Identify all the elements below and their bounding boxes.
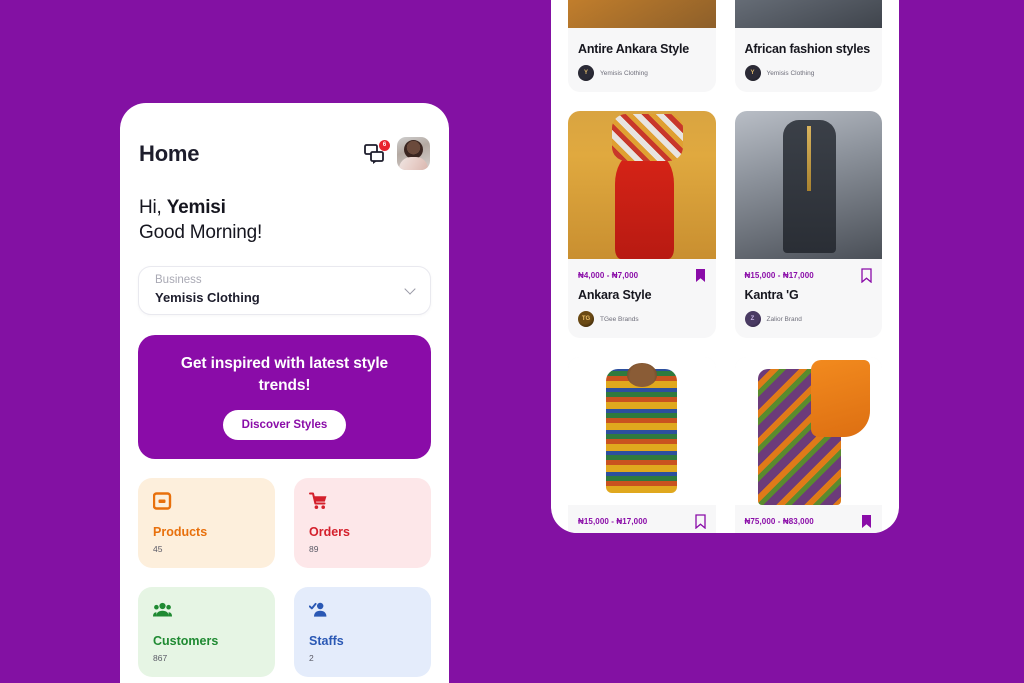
- brand-name: Zalior Brand: [766, 315, 802, 323]
- product-price: ₦15,000 - ₦17,000: [744, 271, 814, 280]
- bookmark-filled-icon[interactable]: [695, 268, 706, 283]
- stat-value: 867: [153, 652, 168, 663]
- product-image: [734, 357, 882, 505]
- business-select-value: Yemisis Clothing: [155, 289, 260, 305]
- person-check-icon: [309, 602, 327, 617]
- cart-icon: [309, 492, 327, 509]
- brand-name: TGee Brands: [600, 315, 639, 323]
- product-card[interactable]: African fashion styles Y Yemisis Clothin…: [734, 0, 883, 92]
- product-image: [734, 0, 882, 28]
- product-price: ₦4,000 - ₦7,000: [578, 271, 639, 280]
- chevron-down-icon: [404, 283, 416, 295]
- product-title: Antire Ankara Style: [578, 42, 690, 56]
- product-title: African fashion styles: [744, 42, 871, 56]
- product-body: ₦15,000 - ₦17,000 Kantra 'G Z Zalior Bra…: [735, 259, 883, 338]
- bookmark-filled-icon[interactable]: [861, 514, 872, 529]
- product-card[interactable]: Antire Ankara Style Y Yemisis Clothing: [568, 0, 716, 92]
- product-title: Kantra 'G: [744, 288, 799, 302]
- brand-avatar: Z: [744, 311, 761, 327]
- page-title: Home: [139, 140, 200, 166]
- product-price-row: ₦15,000 - ₦17,000: [578, 514, 706, 529]
- stat-label: Staffs: [309, 633, 344, 648]
- product-card[interactable]: ₦4,000 - ₦7,000 Ankara Style TG TGee Bra…: [568, 111, 716, 338]
- bookmark-outline-icon[interactable]: [694, 514, 706, 529]
- people-icon: [153, 602, 172, 617]
- stat-card-staffs[interactable]: Staffs 2: [294, 586, 431, 677]
- stat-card-orders[interactable]: Orders 89: [294, 477, 431, 568]
- brand-name: Yemisis Clothing: [600, 69, 648, 77]
- product-card[interactable]: ₦15,000 - ₦17,000 African Stlye ✓ ehla' …: [568, 357, 716, 533]
- right-phone-screen: Antire Ankara Style Y Yemisis Clothing A…: [551, 0, 899, 533]
- home-header: Home 6: [138, 137, 431, 170]
- product-card[interactable]: ₦15,000 - ₦17,000 Kantra 'G Z Zalior Bra…: [734, 111, 883, 338]
- greeting-block: Hi, Yemisi Good Morning!: [138, 195, 431, 246]
- greeting-name-line: Hi, Yemisi: [139, 195, 431, 220]
- greeting-prefix: Hi,: [139, 197, 167, 218]
- product-title: Ankara Style: [578, 288, 652, 302]
- promo-banner: Get inspired with latest style trends! D…: [138, 334, 431, 459]
- header-actions: 6: [364, 137, 430, 170]
- product-image: [734, 111, 882, 259]
- brand-avatar: Y: [578, 65, 594, 81]
- product-grid-top: Antire Ankara Style Y Yemisis Clothing A…: [568, 0, 882, 92]
- stat-label: Customers: [153, 633, 219, 648]
- product-body: ₦4,000 - ₦7,000 Ankara Style TG TGee Bra…: [568, 259, 716, 338]
- product-body: African fashion styles Y Yemisis Clothin…: [735, 28, 883, 92]
- greeting-subtitle: Good Morning!: [139, 222, 263, 244]
- brand-avatar: Y: [744, 65, 761, 81]
- box-icon: [153, 491, 172, 510]
- chat-bubbles-icon[interactable]: 6: [364, 139, 390, 164]
- brand-avatar: TG: [578, 311, 594, 327]
- business-select[interactable]: Business Yemisis Clothing: [138, 265, 431, 315]
- product-price-row: ₦15,000 - ₦17,000: [745, 268, 873, 283]
- product-body: ₦15,000 - ₦17,000 African Stlye ✓ ehla' …: [568, 505, 716, 533]
- product-price: ₦15,000 - ₦17,000: [578, 517, 648, 526]
- stat-value: 2: [309, 652, 314, 663]
- left-phone-screen: Home 6 Hi, Yemisi Good Morning! Business…: [120, 103, 449, 683]
- stat-label: Orders: [309, 524, 350, 539]
- product-grid-bottom: ₦15,000 - ₦17,000 African Stlye ✓ ehla' …: [568, 357, 882, 533]
- product-body: Antire Ankara Style Y Yemisis Clothing: [568, 28, 716, 92]
- business-select-label: Business: [155, 274, 202, 287]
- stat-card-customers[interactable]: Customers 867: [138, 586, 275, 677]
- product-grid-middle: ₦4,000 - ₦7,000 Ankara Style TG TGee Bra…: [568, 111, 882, 338]
- unread-badge: 6: [379, 139, 390, 151]
- bookmark-outline-icon[interactable]: [861, 268, 872, 283]
- stats-grid: Products 45 Orders 89 Customers 867 Staf…: [138, 477, 431, 677]
- product-price-row: ₦75,000 - ₦83,000: [745, 514, 873, 529]
- product-card[interactable]: ₦75,000 - ₦83,000 Top Down Ankara Y Yemi…: [734, 357, 883, 533]
- stat-value: 45: [153, 543, 163, 554]
- product-image: [568, 357, 716, 505]
- product-price: ₦75,000 - ₦83,000: [744, 517, 814, 526]
- avatar[interactable]: [397, 137, 430, 170]
- greeting-name: Yemisi: [166, 197, 226, 218]
- stat-card-products[interactable]: Products 45: [138, 477, 275, 568]
- stat-value: 89: [309, 543, 319, 554]
- brand-name: Yemisis Clothing: [766, 69, 815, 77]
- product-brand: Z Zalior Brand: [744, 311, 873, 327]
- product-brand: TG TGee Brands: [578, 311, 706, 327]
- product-brand: Y Yemisis Clothing: [578, 65, 706, 81]
- product-image: [568, 0, 716, 28]
- discover-styles-button[interactable]: Discover Styles: [222, 410, 347, 441]
- product-body: ₦75,000 - ₦83,000 Top Down Ankara Y Yemi…: [735, 505, 883, 533]
- stat-label: Products: [153, 524, 208, 539]
- screenshot-canvas: Home 6 Hi, Yemisi Good Morning! Business…: [0, 0, 1024, 683]
- product-price-row: ₦4,000 - ₦7,000: [578, 268, 706, 283]
- product-image: [568, 111, 716, 259]
- promo-text: Get inspired with latest style trends!: [180, 354, 389, 394]
- product-brand: Y Yemisis Clothing: [744, 65, 873, 81]
